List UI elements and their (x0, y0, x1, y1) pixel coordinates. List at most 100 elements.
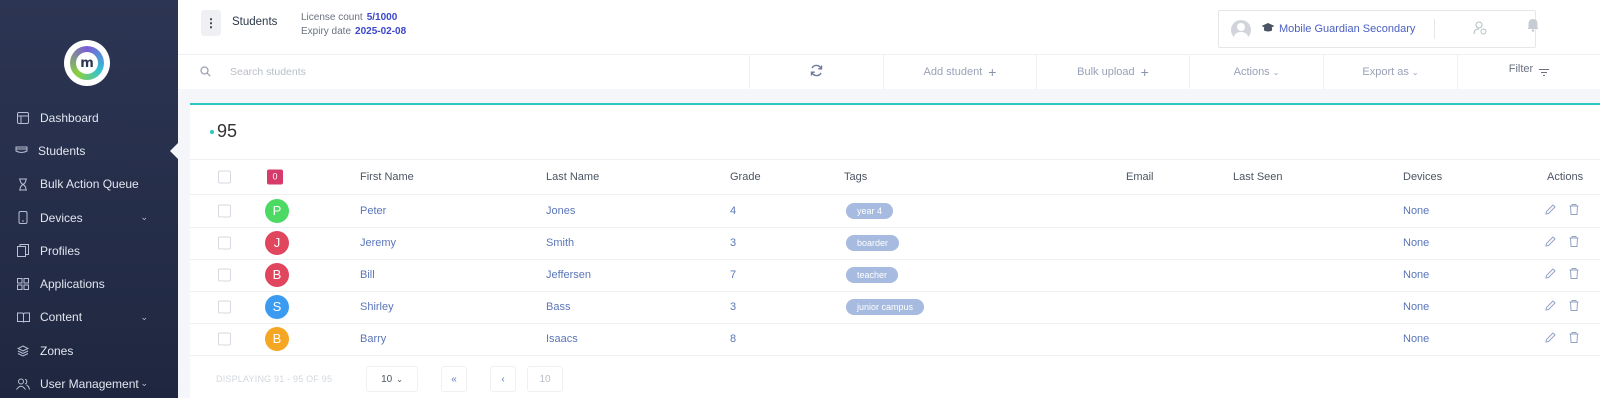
grade: 7 (730, 269, 737, 282)
actions-dropdown[interactable]: Actions ⌄ (1190, 55, 1324, 89)
devices: None (1403, 205, 1430, 218)
previous-page-button[interactable]: ‹ (490, 366, 516, 392)
notification-bell-icon[interactable] (1527, 18, 1539, 32)
edit-icon[interactable] (1545, 332, 1556, 346)
more-menu-button[interactable]: ⋮ (201, 10, 221, 36)
first-name[interactable]: Bill (360, 269, 375, 281)
delete-icon[interactable] (1569, 268, 1579, 282)
first-page-button[interactable]: « (441, 366, 467, 392)
edit-icon[interactable] (1545, 268, 1556, 282)
hourglass-icon (16, 177, 30, 191)
export-as-dropdown[interactable]: Export as ⌄ (1324, 55, 1458, 89)
profiles-icon (16, 244, 30, 258)
sidebar-item-zones[interactable]: Zones (0, 334, 178, 367)
edit-icon[interactable] (1545, 300, 1556, 314)
header-last-seen[interactable]: Last Seen (1233, 171, 1283, 183)
actions-label: Actions (1233, 66, 1270, 78)
zones-icon (16, 344, 30, 358)
sidebar-item-label: User Management (40, 377, 139, 392)
last-name[interactable]: Smith (546, 237, 574, 249)
edit-icon[interactable] (1545, 204, 1556, 218)
row-checkbox[interactable] (218, 268, 231, 282)
delete-icon[interactable] (1569, 300, 1579, 314)
sidebar-item-label: Applications (40, 277, 105, 292)
filter-button[interactable]: Filter (1458, 55, 1600, 89)
last-name[interactable]: Jones (546, 205, 575, 217)
first-name[interactable]: Jeremy (360, 237, 396, 249)
header-email[interactable]: Email (1126, 171, 1154, 183)
last-name[interactable]: Jeffersen (546, 269, 591, 281)
sidebar-item-label: Content (40, 310, 83, 325)
header-last-name[interactable]: Last Name (546, 171, 599, 183)
table-header: 0 First Name Last Name Grade Tags Email … (190, 159, 1600, 195)
sidebar-item-user-management[interactable]: User Management ⌄ (0, 367, 178, 398)
sidebar-item-label: Devices (40, 210, 83, 225)
chevron-down-icon: ⌄ (140, 311, 148, 322)
current-page[interactable]: 10 (527, 366, 563, 392)
table-row[interactable]: J Jeremy Smith 3 boarder None (190, 228, 1600, 260)
select-all-checkbox[interactable] (218, 170, 231, 184)
user-avatar-icon[interactable] (1231, 20, 1251, 40)
row-checkbox[interactable] (218, 204, 231, 218)
first-name[interactable]: Shirley (360, 301, 394, 313)
license-count-label: License count (301, 12, 363, 23)
grade: 8 (730, 333, 737, 346)
delete-icon[interactable] (1569, 332, 1579, 346)
sidebar-item-profiles[interactable]: Profiles (0, 234, 178, 267)
row-checkbox[interactable] (218, 236, 231, 250)
chevron-down-icon: ⌄ (140, 378, 148, 389)
user-settings-icon[interactable] (1473, 21, 1487, 38)
add-student-label: Add student (923, 66, 983, 78)
avatar: S (265, 295, 289, 320)
student-toolbar: Add student+ Bulk upload+ Actions⌄ Expor… (178, 54, 1600, 89)
header-grade[interactable]: Grade (730, 171, 761, 183)
bulk-upload-label: Bulk upload (1077, 66, 1135, 78)
header-first-name[interactable]: First Name (360, 171, 414, 183)
divider (1434, 19, 1435, 39)
tag-badge: teacher (846, 267, 899, 284)
refresh-button[interactable] (750, 55, 884, 89)
sidebar-item-content[interactable]: Content ⌄ (0, 301, 178, 334)
first-name[interactable]: Barry (360, 333, 386, 345)
table-row[interactable]: S Shirley Bass 3 junior campus None (190, 292, 1600, 324)
edit-icon[interactable] (1545, 236, 1556, 250)
grade: 4 (730, 205, 737, 218)
delete-icon[interactable] (1569, 204, 1579, 218)
displaying-range: DISPLAYING 91 - 95 OF 95 (216, 374, 333, 384)
devices: None (1403, 333, 1430, 346)
table-row[interactable]: P Peter Jones 4 year 4 None (190, 196, 1600, 228)
school-name: Mobile Guardian Secondary (1279, 23, 1416, 35)
bulk-upload-button[interactable]: Bulk upload + (1037, 55, 1190, 89)
sidebar-item-bulk-action-queue[interactable]: Bulk Action Queue (0, 168, 178, 201)
last-name[interactable]: Bass (546, 301, 570, 313)
accent-dot (210, 130, 214, 135)
sidebar-item-dashboard[interactable]: Dashboard (0, 101, 178, 134)
last-name[interactable]: Isaacs (546, 333, 578, 345)
sidebar-item-students[interactable]: Students (0, 134, 178, 167)
mobile-guardian-logo[interactable]: m (64, 40, 110, 86)
license-info: License count 5/1000 Expiry date 2025-02-0… (301, 11, 406, 39)
table-row[interactable]: B Barry Isaacs 8 None (190, 324, 1600, 356)
sidebar-item-applications[interactable]: Applications (0, 267, 178, 300)
search-input[interactable] (230, 66, 710, 78)
sidebar-item-label: Bulk Action Queue (40, 177, 139, 192)
grade: 3 (730, 237, 737, 250)
pagination: DISPLAYING 91 - 95 OF 95 10 ⌄ « ‹ 10 (190, 359, 1600, 398)
sidebar-item-devices[interactable]: Devices ⌄ (0, 201, 178, 234)
first-name[interactable]: Peter (360, 205, 386, 217)
school-switcher[interactable]: Mobile Guardian Secondary (1218, 10, 1536, 48)
devices: None (1403, 269, 1430, 282)
expiry-date-value: 2025-02-08 (355, 26, 407, 37)
table-row[interactable]: B Bill Jeffersen 7 teacher None (190, 260, 1600, 292)
sidebar-item-label: Profiles (40, 243, 81, 258)
students-icon (14, 144, 28, 158)
avatar: B (265, 263, 289, 288)
page-size-select[interactable]: 10 ⌄ (366, 366, 418, 392)
license-count-value: 5/1000 (366, 12, 398, 23)
sidebar-item-label: Students (38, 143, 86, 158)
add-student-button[interactable]: Add student + (884, 55, 1037, 89)
row-checkbox[interactable] (218, 332, 231, 346)
devices: None (1403, 301, 1430, 314)
row-checkbox[interactable] (218, 300, 231, 314)
delete-icon[interactable] (1569, 236, 1579, 250)
